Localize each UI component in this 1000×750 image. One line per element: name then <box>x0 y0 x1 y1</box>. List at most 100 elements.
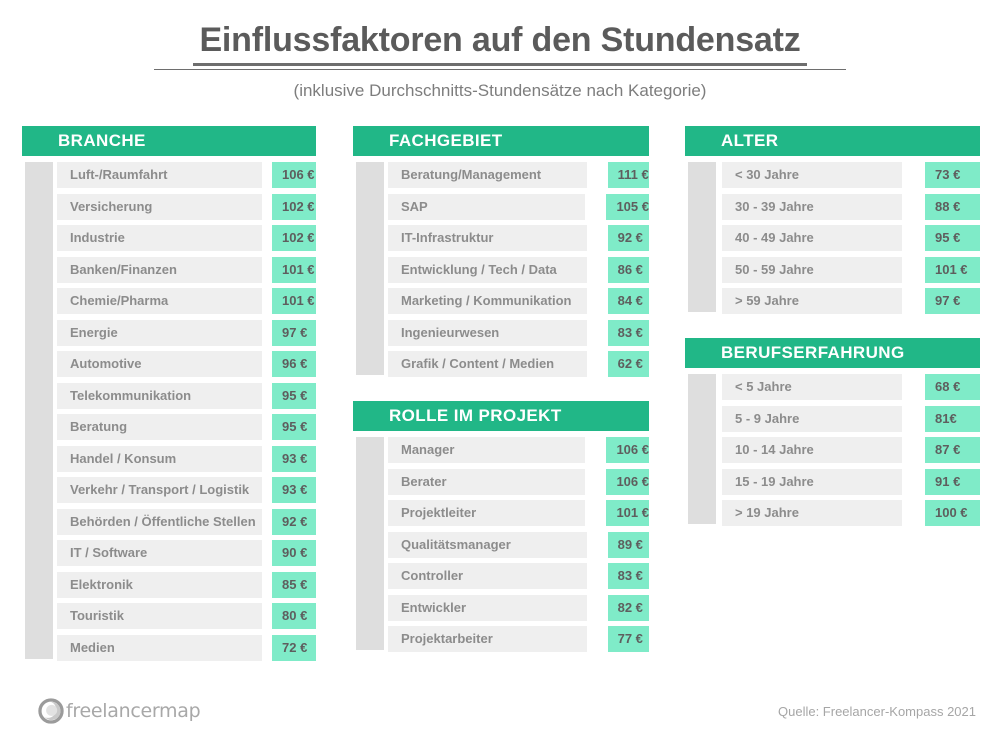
row-value: 97 € <box>272 319 316 346</box>
header: Einflussfaktoren auf den Stundensatz (in… <box>0 0 1000 101</box>
table-row: Banken/Finanzen 101 € <box>22 256 316 283</box>
table-row: Controller 83 € <box>353 563 649 589</box>
table-row: Medien 72 € <box>22 634 316 661</box>
row-label: 15 - 19 Jahre <box>722 468 902 495</box>
row-value: 73 € <box>925 162 980 188</box>
row-label: IT-Infrastruktur <box>388 225 587 251</box>
title-underline <box>154 69 846 71</box>
row-value: 62 € <box>607 351 649 377</box>
row-value: 83 € <box>607 563 649 589</box>
table-row: > 59 Jahre 97 € <box>685 288 980 314</box>
row-label: Handel / Konsum <box>57 445 262 472</box>
row-label: Automotive <box>57 351 262 377</box>
table-row: Entwicklung / Tech / Data 86 € <box>353 256 649 283</box>
row-value: 95 € <box>272 382 316 409</box>
table-row: Chemie/Pharma 101 € <box>22 288 316 314</box>
row-label: Manager <box>388 437 586 463</box>
logo-wordmark: freelancermap <box>66 700 201 722</box>
row-label: Verkehr / Transport / Logistik <box>57 477 262 503</box>
row-value: 81€ <box>925 405 980 432</box>
group-header-berufserfahrung: BERUFSERFAHRUNG <box>685 338 980 368</box>
table-row: Beratung 95 € <box>22 414 316 440</box>
row-value: 106 € <box>606 468 649 495</box>
group-header-rolle-im-projekt: ROLLE IM PROJEKT <box>353 401 649 431</box>
row-value: 89 € <box>607 531 649 558</box>
table-row: 15 - 19 Jahre 91 € <box>685 468 980 495</box>
group-rolle-im-projekt: ROLLE IM PROJEKT Manager 106 € Berater 106 €… <box>353 401 649 652</box>
row-value: 92 € <box>272 508 316 535</box>
table-row: Entwickler 82 € <box>353 594 649 621</box>
table-row: Energie 97 € <box>22 319 316 346</box>
row-label: > 59 Jahre <box>722 288 902 314</box>
group-header-fachgebiet: FACHGEBIET <box>353 126 649 156</box>
table-row: Ingenieurwesen 83 € <box>353 319 649 346</box>
row-value: 80 € <box>272 603 316 629</box>
source-note: Quelle: Freelancer-Kompass 2021 <box>778 704 976 719</box>
table-row: IT-Infrastruktur 92 € <box>353 225 649 251</box>
freelancermap-logo[interactable]: freelancermap <box>38 698 201 724</box>
row-value: 101 € <box>606 500 649 526</box>
row-label: Grafik / Content / Medien <box>388 351 587 377</box>
table-row: Luft-/Raumfahrt 106 € <box>22 162 316 188</box>
row-label: Qualitätsmanager <box>388 531 587 558</box>
column-1: BRANCHE Luft-/Raumfahrt 106 € Versicherung 1… <box>22 126 316 661</box>
row-label: Banken/Finanzen <box>57 256 262 283</box>
row-label: Medien <box>57 634 262 661</box>
row-value: 111 € <box>607 162 649 188</box>
row-value: 96 € <box>272 351 316 377</box>
row-label: Luft-/Raumfahrt <box>57 162 262 188</box>
row-label: Versicherung <box>57 193 262 220</box>
rows-berufserfahrung: < 5 Jahre 68 € 5 - 9 Jahre 81€ 10 - 14 Jahre… <box>685 368 980 526</box>
row-label: < 30 Jahre <box>722 162 902 188</box>
row-label: Entwicklung / Tech / Data <box>388 256 587 283</box>
row-label: 50 - 59 Jahre <box>722 256 902 283</box>
row-value: 68 € <box>925 374 980 400</box>
row-value: 93 € <box>272 477 316 503</box>
table-row: Automotive 96 € <box>22 351 316 377</box>
group-berufserfahrung: BERUFSERFAHRUNG < 5 Jahre 68 € 5 - 9 Jahre 8… <box>685 338 980 526</box>
group-alter: ALTER < 30 Jahre 73 € 30 - 39 Jahre 88 € 40 -… <box>685 126 980 314</box>
column-3: ALTER < 30 Jahre 73 € 30 - 39 Jahre 88 € 40 -… <box>685 126 980 526</box>
row-value: 91 € <box>925 468 980 495</box>
row-label: > 19 Jahre <box>722 500 902 526</box>
row-value: 83 € <box>607 319 649 346</box>
table-row: SAP 105 € <box>353 193 649 220</box>
row-value: 102 € <box>272 225 316 251</box>
category-columns: BRANCHE Luft-/Raumfahrt 106 € Versicherung 1… <box>0 126 1000 686</box>
table-row: Verkehr / Transport / Logistik 93 € <box>22 477 316 503</box>
group-header-alter: ALTER <box>685 126 980 156</box>
row-value: 95 € <box>272 414 316 440</box>
row-value: 86 € <box>607 256 649 283</box>
row-label: Projektleiter <box>388 500 586 526</box>
table-row: Beratung/Management 111 € <box>353 162 649 188</box>
table-row: > 19 Jahre 100 € <box>685 500 980 526</box>
row-value: 105 € <box>606 193 649 220</box>
row-label: Ingenieurwesen <box>388 319 587 346</box>
row-value: 88 € <box>925 193 980 220</box>
row-value: 101 € <box>272 256 316 283</box>
table-row: Manager 106 € <box>353 437 649 463</box>
row-label: Marketing / Kommunikation <box>388 288 587 314</box>
row-value: 77 € <box>607 626 649 652</box>
row-label: SAP <box>388 193 586 220</box>
row-label: Berater <box>388 468 586 495</box>
row-value: 72 € <box>272 634 316 661</box>
row-label: 10 - 14 Jahre <box>722 437 902 463</box>
table-row: Touristik 80 € <box>22 603 316 629</box>
group-fachgebiet: FACHGEBIET Beratung/Management 111 € SAP 105… <box>353 126 649 377</box>
row-label: 30 - 39 Jahre <box>722 193 902 220</box>
row-value: 93 € <box>272 445 316 472</box>
table-row: Versicherung 102 € <box>22 193 316 220</box>
row-value: 97 € <box>925 288 980 314</box>
row-value: 102 € <box>272 193 316 220</box>
row-label: < 5 Jahre <box>722 374 902 400</box>
row-label: Touristik <box>57 603 262 629</box>
group-branche: BRANCHE Luft-/Raumfahrt 106 € Versicherung 1… <box>22 126 316 661</box>
row-label: IT / Software <box>57 540 262 566</box>
table-row: Grafik / Content / Medien 62 € <box>353 351 649 377</box>
table-row: 40 - 49 Jahre 95 € <box>685 225 980 251</box>
rows-alter: < 30 Jahre 73 € 30 - 39 Jahre 88 € 40 - 49 J… <box>685 156 980 314</box>
row-value: 106 € <box>272 162 316 188</box>
group-header-branche: BRANCHE <box>22 126 316 156</box>
table-row: Telekommunikation 95 € <box>22 382 316 409</box>
